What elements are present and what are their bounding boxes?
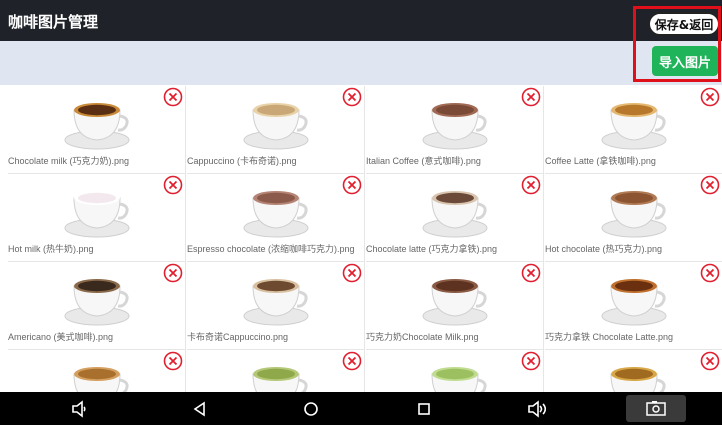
delete-icon[interactable] bbox=[342, 351, 362, 371]
image-filename: 巧克力拿铁 Chocolate Latte.png bbox=[545, 332, 674, 342]
image-filename: Italian Coffee (意式咖啡).png bbox=[366, 156, 481, 166]
coffee-cup-image bbox=[64, 191, 130, 238]
coffee-cup-image bbox=[243, 279, 309, 326]
coffee-cup-image bbox=[243, 103, 309, 150]
delete-icon[interactable] bbox=[700, 175, 720, 195]
image-tile[interactable]: Coffee Latte (拿铁咖啡).png bbox=[545, 86, 722, 174]
recents-icon[interactable] bbox=[414, 399, 434, 419]
coffee-cup-image bbox=[422, 279, 488, 326]
coffee-cup-image bbox=[422, 191, 488, 238]
image-tile[interactable] bbox=[187, 350, 365, 392]
image-filename: Espresso chocolate (浓缩咖啡巧克力).png bbox=[187, 244, 355, 254]
back-icon[interactable] bbox=[190, 399, 210, 419]
volume-up-icon[interactable] bbox=[526, 399, 548, 419]
image-filename: Chocolate milk (巧克力奶).png bbox=[8, 156, 130, 166]
image-tile[interactable]: Hot chocolate (热巧克力).png bbox=[545, 174, 722, 262]
image-tile[interactable] bbox=[8, 350, 186, 392]
image-filename: Hot milk (热牛奶).png bbox=[8, 244, 94, 254]
coffee-cup-image bbox=[610, 367, 666, 392]
image-filename: 卡布奇诺Cappuccino.png bbox=[187, 332, 289, 342]
highlight-box bbox=[633, 6, 721, 82]
screenshot-button[interactable] bbox=[626, 395, 686, 422]
coffee-cup-image bbox=[243, 191, 309, 238]
coffee-cup-image bbox=[601, 279, 667, 326]
delete-icon[interactable] bbox=[521, 87, 541, 107]
image-tile[interactable]: Italian Coffee (意式咖啡).png bbox=[366, 86, 544, 174]
image-tile[interactable]: Espresso chocolate (浓缩咖啡巧克力).png bbox=[187, 174, 365, 262]
page-title: 咖啡图片管理 bbox=[8, 13, 99, 31]
image-grid: Chocolate milk (巧克力奶).png Cappuccino (卡布奇… bbox=[8, 86, 722, 392]
volume-down-icon[interactable] bbox=[70, 399, 90, 419]
top-bar: 咖啡图片管理 bbox=[0, 0, 722, 41]
image-tile[interactable] bbox=[545, 350, 722, 392]
image-filename: Coffee Latte (拿铁咖啡).png bbox=[545, 156, 656, 166]
delete-icon[interactable] bbox=[521, 175, 541, 195]
image-filename: Hot chocolate (热巧克力).png bbox=[545, 244, 663, 254]
coffee-cup-image bbox=[252, 367, 308, 392]
system-nav-bar bbox=[0, 392, 722, 425]
delete-icon[interactable] bbox=[163, 175, 183, 195]
screenshot-icon bbox=[646, 401, 666, 416]
toolbar bbox=[0, 41, 722, 85]
image-tile[interactable]: 巧克力拿铁 Chocolate Latte.png bbox=[545, 262, 722, 350]
image-tile[interactable]: Hot milk (热牛奶).png bbox=[8, 174, 186, 262]
image-tile[interactable] bbox=[366, 350, 544, 392]
delete-icon[interactable] bbox=[163, 263, 183, 283]
image-tile[interactable]: Americano (美式咖啡).png bbox=[8, 262, 186, 350]
coffee-cup-image bbox=[601, 103, 667, 150]
image-tile[interactable]: 巧克力奶Chocolate Milk.png bbox=[366, 262, 544, 350]
delete-icon[interactable] bbox=[521, 263, 541, 283]
home-icon[interactable] bbox=[301, 399, 321, 419]
coffee-cup-image bbox=[64, 103, 130, 150]
coffee-cup-image bbox=[431, 367, 487, 392]
image-tile[interactable]: 卡布奇诺Cappuccino.png bbox=[187, 262, 365, 350]
delete-icon[interactable] bbox=[342, 175, 362, 195]
image-filename: Chocolate latte (巧克力拿铁).png bbox=[366, 244, 498, 254]
coffee-cup-image bbox=[601, 191, 667, 238]
image-filename: Cappuccino (卡布奇诺).png bbox=[187, 156, 297, 166]
delete-icon[interactable] bbox=[700, 351, 720, 371]
image-filename: Americano (美式咖啡).png bbox=[8, 332, 114, 342]
coffee-cup-image bbox=[73, 367, 129, 392]
image-tile[interactable]: Chocolate milk (巧克力奶).png bbox=[8, 86, 186, 174]
delete-icon[interactable] bbox=[700, 263, 720, 283]
image-tile[interactable]: Cappuccino (卡布奇诺).png bbox=[187, 86, 365, 174]
delete-icon[interactable] bbox=[521, 351, 541, 371]
delete-icon[interactable] bbox=[163, 87, 183, 107]
delete-icon[interactable] bbox=[700, 87, 720, 107]
delete-icon[interactable] bbox=[342, 87, 362, 107]
image-tile[interactable]: Chocolate latte (巧克力拿铁).png bbox=[366, 174, 544, 262]
coffee-cup-image bbox=[422, 103, 488, 150]
delete-icon[interactable] bbox=[342, 263, 362, 283]
image-filename: 巧克力奶Chocolate Milk.png bbox=[366, 332, 479, 342]
coffee-cup-image bbox=[64, 279, 130, 326]
delete-icon[interactable] bbox=[163, 351, 183, 371]
